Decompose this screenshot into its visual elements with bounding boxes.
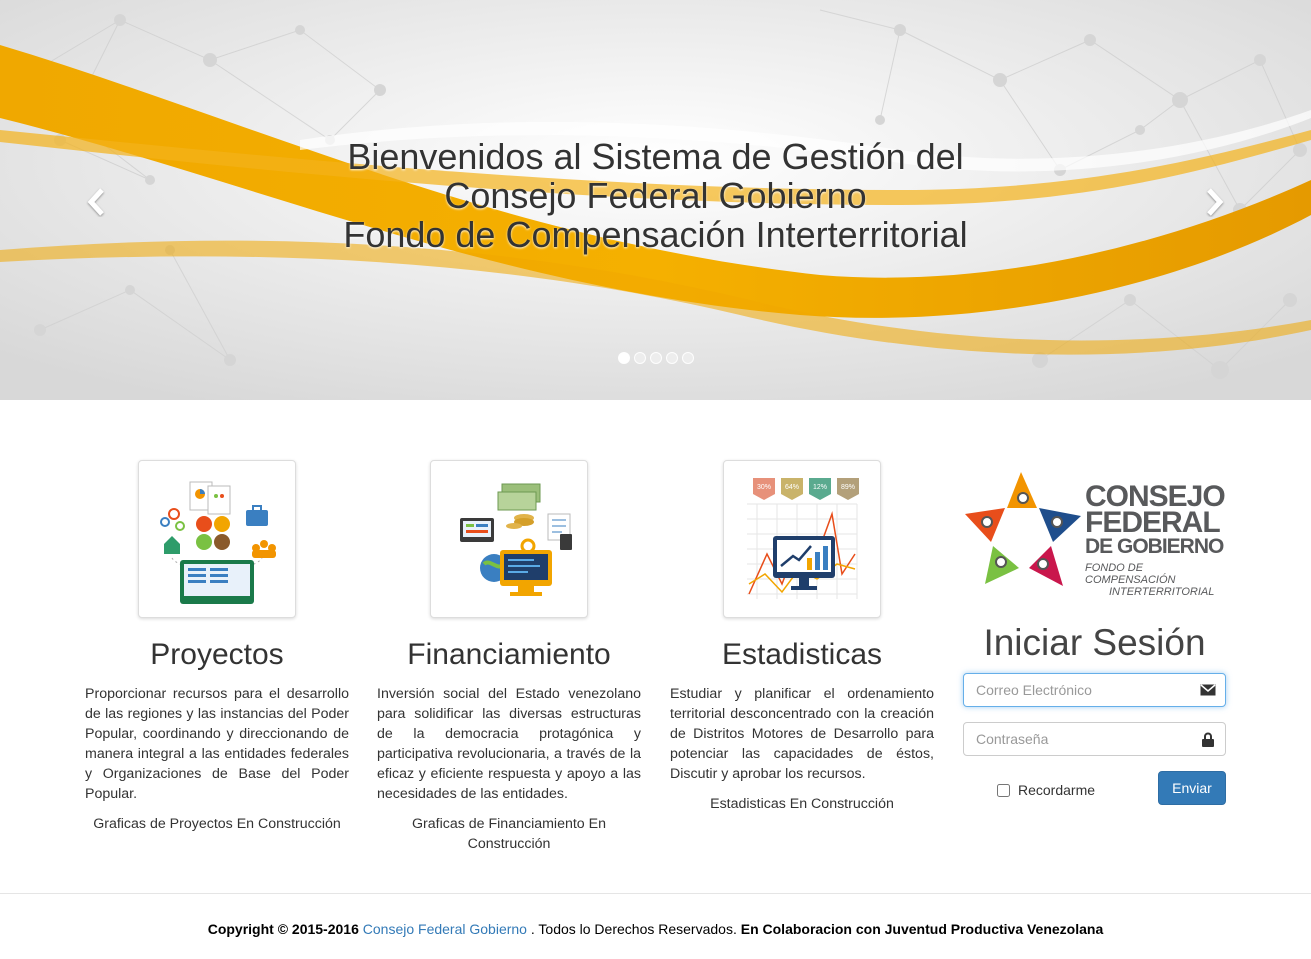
feature-description: Estudiar y planificar el ordenamiento te… [670, 686, 934, 782]
feature-note: Graficas de Proyectos En Construcción [93, 816, 341, 832]
proyectos-thumbnail[interactable] [138, 460, 296, 618]
carousel-indicator-4[interactable] [666, 352, 678, 364]
feature-title: Financiamiento [407, 638, 611, 671]
login-panel: CONSEJO FEDERAL DE GOBIERNO FONDO DE COM… [963, 460, 1226, 805]
feature-note: Estadisticas En Construcción [710, 796, 894, 812]
remember-me[interactable]: Recordarme [997, 782, 1095, 798]
caption-line-2: Consejo Federal Gobierno [444, 175, 867, 216]
star-logo-icon [965, 472, 1081, 586]
carousel-indicator-1[interactable] [618, 352, 630, 364]
password-field-group [963, 722, 1226, 756]
logo-wordmark: CONSEJO FEDERAL DE GOBIERNO FONDO DE COM… [1085, 482, 1226, 599]
carousel-next-button[interactable] [1195, 180, 1235, 224]
carousel-prev-button[interactable] [76, 180, 116, 224]
stat-badge-3: 12% [813, 484, 827, 491]
email-input[interactable] [963, 673, 1226, 707]
feature-financiamiento: Financiamiento Inversión social del Esta… [377, 460, 641, 854]
logo-line-4: FONDO DE COMPENSACIÓN [1085, 562, 1176, 586]
chevron-left-icon [87, 188, 104, 216]
caption-line-1: Bienvenidos al Sistema de Gestión del [347, 136, 964, 177]
projects-illustration-icon [160, 481, 276, 604]
feature-note: Graficas de Financiamiento En Construcci… [412, 816, 606, 852]
consejo-federal-logo: CONSEJO FEDERAL DE GOBIERNO FONDO DE COM… [963, 460, 1226, 599]
caption-line-3: Fondo de Compensación Interterritorial [343, 214, 968, 255]
feature-title: Proyectos [150, 638, 284, 671]
footer-copyright: Copyright © 2015-2016 [207, 921, 359, 937]
hero-carousel: Bienvenidos al Sistema de Gestión del Co… [0, 0, 1311, 400]
footer-collab: En Colaboracion con Juventud Productiva … [740, 921, 1104, 937]
login-title: Iniciar Sesión [983, 622, 1206, 663]
stat-badge-4: 89% [841, 484, 855, 491]
carousel-indicator-3[interactable] [650, 352, 662, 364]
remember-checkbox[interactable] [997, 783, 1010, 797]
carousel-indicator-2[interactable] [634, 352, 646, 364]
finance-illustration-icon [460, 483, 572, 596]
stat-badge-1: 30% [757, 484, 771, 491]
logo-line-3: DE GOBIERNO [1085, 535, 1224, 558]
logo-line-5: INTERTERRITORIAL [1109, 586, 1215, 598]
feature-description: Proporcionar recursos para el desarrollo… [85, 686, 349, 802]
stat-badge-2: 64% [785, 484, 799, 491]
carousel-indicators [618, 352, 694, 364]
carousel-caption: Bienvenidos al Sistema de Gestión del Co… [0, 137, 1311, 254]
carousel-indicator-5[interactable] [682, 352, 694, 364]
footer-rights: . Todos lo Derechos Reservados. [530, 921, 737, 937]
feature-description: Inversión social del Estado venezolano p… [377, 686, 641, 802]
lock-icon [1200, 731, 1216, 747]
financiamiento-thumbnail[interactable] [430, 460, 588, 618]
footer-divider [0, 893, 1311, 894]
logo-line-2: FEDERAL [1085, 506, 1221, 539]
feature-proyectos: Proyectos Proporcionar recursos para el … [85, 460, 349, 834]
estadisticas-thumbnail[interactable]: 30% 64% 12% 89% [723, 460, 881, 618]
remember-label: Recordarme [1018, 782, 1096, 798]
email-field-group [963, 673, 1226, 707]
statistics-illustration-icon: 30% 64% 12% 89% [747, 478, 859, 599]
footer: Copyright © 2015-2016 Consejo Federal Go… [0, 920, 1311, 938]
login-actions: Recordarme Enviar [963, 771, 1226, 805]
feature-estadisticas: 30% 64% 12% 89% Estadisticas Estudiar y … [670, 460, 934, 814]
chevron-right-icon [1207, 188, 1224, 216]
password-input[interactable] [963, 722, 1226, 756]
footer-org-link[interactable]: Consejo Federal Gobierno [363, 921, 527, 937]
submit-button[interactable]: Enviar [1158, 771, 1226, 805]
feature-title: Estadisticas [721, 638, 883, 671]
envelope-icon [1200, 682, 1216, 698]
